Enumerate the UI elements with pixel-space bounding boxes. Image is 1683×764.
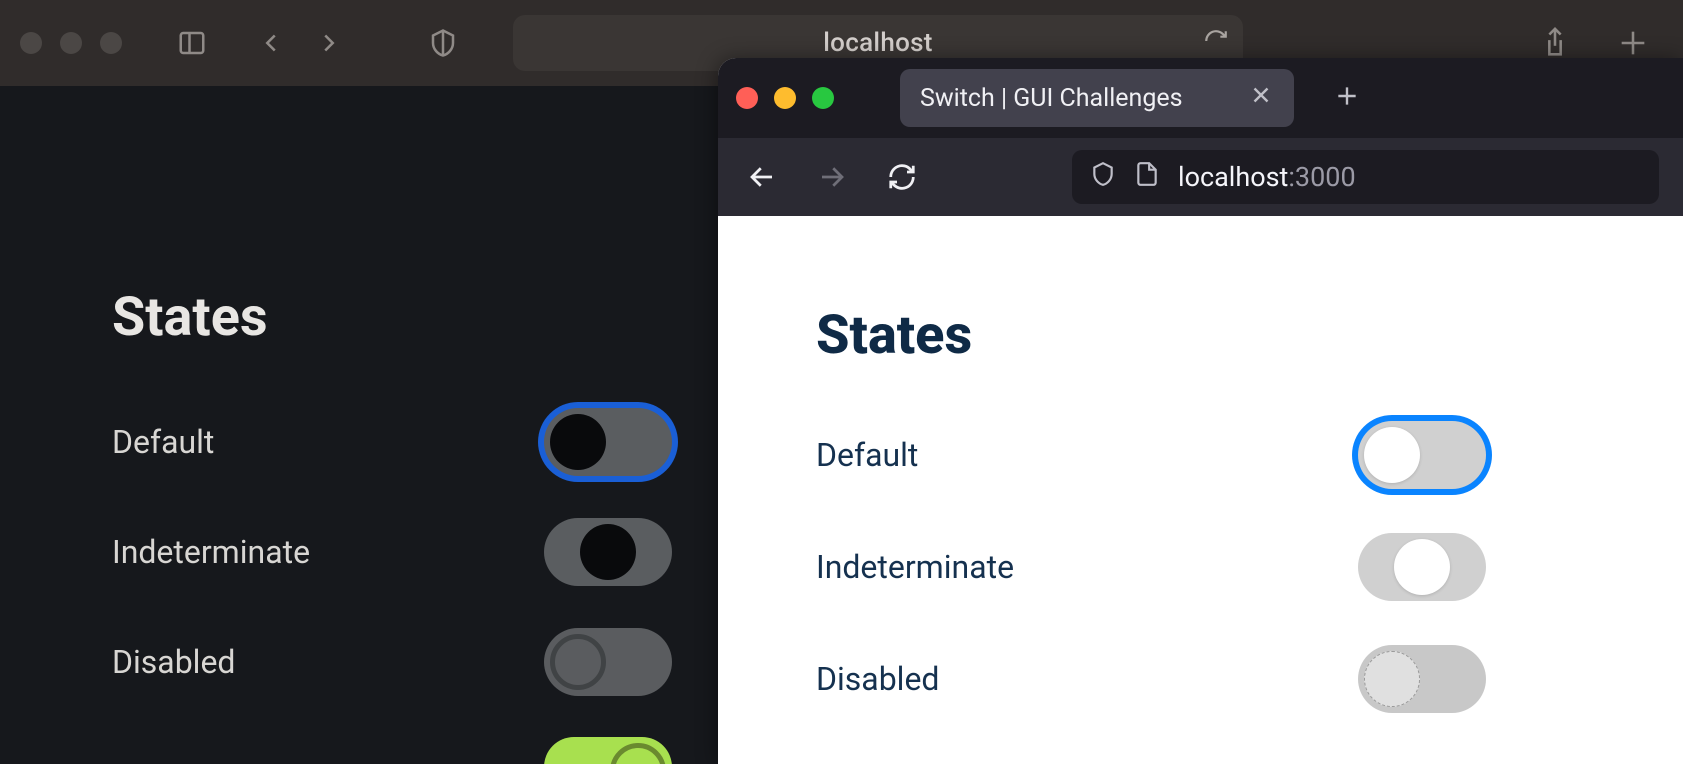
- url-text: localhost:3000: [1178, 161, 1356, 193]
- switch-thumb: [1394, 539, 1450, 595]
- safari-nav-buttons: [247, 23, 353, 63]
- switch-thumb: [550, 414, 606, 470]
- firefox-new-tab-button[interactable]: [1334, 83, 1360, 113]
- switch-disabled: [1358, 645, 1486, 713]
- firefox-window: Switch | GUI Challenges localho: [718, 58, 1683, 764]
- state-row-disabled-checked: [112, 737, 672, 764]
- switch-disabled: [544, 628, 672, 696]
- page-icon: [1134, 161, 1160, 187]
- state-label: Indeterminate: [112, 533, 310, 571]
- safari-minimize-button[interactable]: [60, 32, 82, 54]
- safari-close-button[interactable]: [20, 32, 42, 54]
- firefox-page-content: States Default Indeterminate Disabled: [718, 216, 1683, 764]
- safari-reload-button[interactable]: [1203, 28, 1229, 58]
- firefox-nav-bar: localhost:3000: [718, 138, 1683, 216]
- switch-default[interactable]: [544, 408, 672, 476]
- safari-zoom-button[interactable]: [100, 32, 122, 54]
- switch-indeterminate[interactable]: [544, 518, 672, 586]
- chevron-left-icon: [256, 28, 286, 58]
- switch-indeterminate[interactable]: [1358, 533, 1486, 601]
- shield-icon: [428, 28, 458, 58]
- firefox-close-button[interactable]: [736, 87, 758, 109]
- state-row-indeterminate: Indeterminate: [816, 529, 1486, 605]
- shield-icon: [1090, 161, 1116, 187]
- firefox-traffic-lights: [736, 87, 834, 109]
- state-row-default: Default: [112, 407, 672, 477]
- sidebar-toggle-button[interactable]: [168, 23, 216, 63]
- switch-default[interactable]: [1358, 421, 1486, 489]
- url-host: localhost: [1178, 161, 1288, 193]
- states-heading: States: [816, 304, 1683, 367]
- switch-thumb: [550, 634, 606, 690]
- safari-traffic-lights: [20, 32, 122, 54]
- tab-close-button[interactable]: [1248, 82, 1274, 115]
- arrow-left-icon: [747, 162, 777, 192]
- state-row-default: Default: [816, 417, 1486, 493]
- firefox-forward-button[interactable]: [812, 157, 852, 197]
- safari-back-button[interactable]: [247, 23, 295, 63]
- state-row-indeterminate: Indeterminate: [112, 517, 672, 587]
- firefox-back-button[interactable]: [742, 157, 782, 197]
- tab-title: Switch | GUI Challenges: [920, 84, 1234, 113]
- plus-icon: [1616, 26, 1650, 60]
- state-label: Default: [816, 436, 918, 474]
- firefox-tab-bar: Switch | GUI Challenges: [718, 58, 1683, 138]
- safari-privacy-button[interactable]: [419, 23, 467, 63]
- state-label: Disabled: [112, 643, 235, 681]
- reload-icon: [887, 162, 917, 192]
- arrow-right-icon: [817, 162, 847, 192]
- url-port: :3000: [1288, 161, 1355, 193]
- browser-tab[interactable]: Switch | GUI Challenges: [900, 69, 1294, 127]
- firefox-minimize-button[interactable]: [774, 87, 796, 109]
- switch-disabled-checked: [544, 737, 672, 764]
- close-icon: [1248, 82, 1274, 108]
- state-label: Disabled: [816, 660, 939, 698]
- site-info-icon[interactable]: [1134, 161, 1160, 194]
- safari-new-tab-button[interactable]: [1609, 23, 1657, 63]
- plus-icon: [1334, 83, 1360, 109]
- share-icon: [1538, 26, 1572, 60]
- switch-thumb: [1364, 651, 1420, 707]
- safari-share-button[interactable]: [1531, 23, 1579, 63]
- chevron-right-icon: [314, 28, 344, 58]
- firefox-zoom-button[interactable]: [812, 87, 834, 109]
- state-row-disabled: Disabled: [816, 641, 1486, 717]
- reload-icon: [1203, 28, 1229, 54]
- sidebar-icon: [177, 28, 207, 58]
- tracking-protection-icon[interactable]: [1090, 161, 1116, 194]
- firefox-url-bar[interactable]: localhost:3000: [1072, 150, 1659, 204]
- safari-toolbar-right: [1531, 23, 1663, 63]
- state-row-disabled: Disabled: [112, 627, 672, 697]
- safari-forward-button[interactable]: [305, 23, 353, 63]
- switch-thumb: [610, 743, 666, 764]
- state-label: Default: [112, 423, 214, 461]
- firefox-reload-button[interactable]: [882, 157, 922, 197]
- switch-thumb: [1364, 427, 1420, 483]
- safari-url-text: localhost: [823, 28, 933, 58]
- switch-thumb: [580, 524, 636, 580]
- state-label: Indeterminate: [816, 548, 1014, 586]
